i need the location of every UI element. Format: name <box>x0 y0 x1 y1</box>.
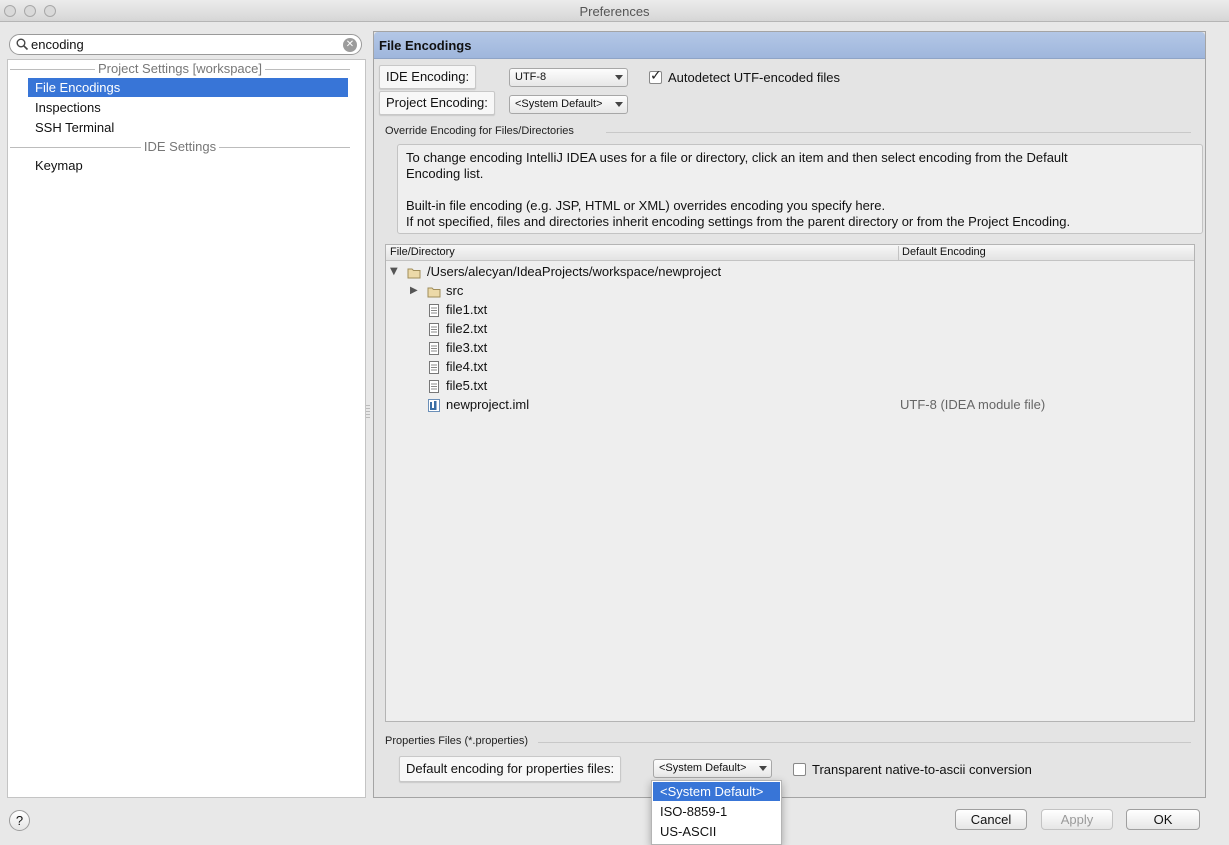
module-file-icon <box>428 398 440 417</box>
project-encoding-select[interactable]: <System Default> <box>509 95 628 114</box>
window-title: Preferences <box>579 4 650 19</box>
properties-group-title: Properties Files (*.properties) <box>385 735 529 747</box>
sidebar-item-file-encodings[interactable]: File Encodings <box>28 78 348 97</box>
transparent-ascii-checkbox[interactable] <box>793 763 806 776</box>
settings-search: ✕ <box>9 34 362 55</box>
override-group-divider <box>606 132 1191 133</box>
collapse-toggle-icon[interactable]: ▶ <box>410 281 418 300</box>
search-input[interactable] <box>31 36 331 53</box>
project-encoding-label: Project Encoding: <box>379 91 495 115</box>
dropdown-option-us-ascii[interactable]: US-ASCII <box>653 822 780 841</box>
file-encoding-table[interactable]: File/Directory Default Encoding ▼ /Users… <box>385 244 1195 722</box>
search-icon <box>16 38 29 54</box>
autodetect-label: Autodetect UTF-encoded files <box>668 70 840 85</box>
info-text: To change encoding IntelliJ IDEA uses fo… <box>406 150 1068 165</box>
sidebar-item-inspections[interactable]: Inspections <box>28 98 348 117</box>
chevron-down-icon <box>759 766 767 771</box>
properties-encoding-select[interactable]: <System Default> <box>653 759 772 778</box>
info-text: Encoding list. <box>406 166 484 181</box>
expand-toggle-icon[interactable]: ▼ <box>390 262 398 281</box>
autodetect-checkbox[interactable]: ✓ <box>649 68 662 84</box>
checkmark-icon: ✓ <box>650 68 662 84</box>
splitter-handle[interactable] <box>366 405 370 419</box>
column-header-file[interactable]: File/Directory <box>390 245 455 260</box>
ide-encoding-label: IDE Encoding: <box>379 65 477 89</box>
settings-content: File Encodings IDE Encoding: UTF-8 ✓ Aut… <box>373 31 1206 798</box>
transparent-ascii-label: Transparent native-to-ascii conversion <box>812 762 1032 777</box>
sidebar-item-ssh-terminal[interactable]: SSH Terminal <box>28 118 348 137</box>
group-header-ide-settings: IDE Settings <box>10 139 350 155</box>
dropdown-option-iso-8859-1[interactable]: ISO-8859-1 <box>653 802 780 821</box>
chevron-down-icon <box>615 102 623 107</box>
title-bar: Preferences <box>0 0 1229 22</box>
page-header: File Encodings <box>374 32 1205 59</box>
apply-button[interactable]: Apply <box>1041 809 1113 830</box>
ok-button[interactable]: OK <box>1126 809 1200 830</box>
group-header-project-settings: Project Settings [workspace] <box>10 61 350 77</box>
table-row[interactable]: file5.txt <box>386 376 1194 395</box>
override-group-title: Override Encoding for Files/Directories <box>385 125 574 137</box>
dropdown-option-system-default[interactable]: <System Default> <box>653 782 780 801</box>
clear-search-icon[interactable]: ✕ <box>343 38 357 52</box>
properties-encoding-label: Default encoding for properties files: <box>399 756 622 782</box>
table-row[interactable]: file3.txt <box>386 338 1194 357</box>
encoding-dropdown-menu: <System Default> ISO-8859-1 US-ASCII <box>651 780 782 845</box>
page-title: File Encodings <box>379 38 472 53</box>
table-row[interactable]: file1.txt <box>386 300 1194 319</box>
table-row[interactable]: ▶ src <box>386 281 1194 300</box>
ide-encoding-select[interactable]: UTF-8 <box>509 68 628 87</box>
help-button[interactable]: ? <box>9 810 30 831</box>
chevron-down-icon <box>615 75 623 80</box>
table-row[interactable]: file4.txt <box>386 357 1194 376</box>
override-info-box: To change encoding IntelliJ IDEA uses fo… <box>397 144 1203 234</box>
properties-group-divider <box>538 742 1191 743</box>
info-text: Built-in file encoding (e.g. JSP, HTML o… <box>406 198 886 213</box>
table-row[interactable]: file2.txt <box>386 319 1194 338</box>
settings-tree: Project Settings [workspace] File Encodi… <box>7 59 366 798</box>
table-row[interactable]: ▼ /Users/alecyan/IdeaProjects/workspace/… <box>386 262 1194 281</box>
table-header: File/Directory Default Encoding <box>386 245 1194 261</box>
cancel-button[interactable]: Cancel <box>955 809 1027 830</box>
table-row[interactable]: newproject.iml UTF-8 (IDEA module file) <box>386 395 1194 414</box>
info-text: If not specified, files and directories … <box>406 214 1071 229</box>
sidebar-item-keymap[interactable]: Keymap <box>28 156 348 175</box>
column-header-encoding[interactable]: Default Encoding <box>902 245 986 260</box>
